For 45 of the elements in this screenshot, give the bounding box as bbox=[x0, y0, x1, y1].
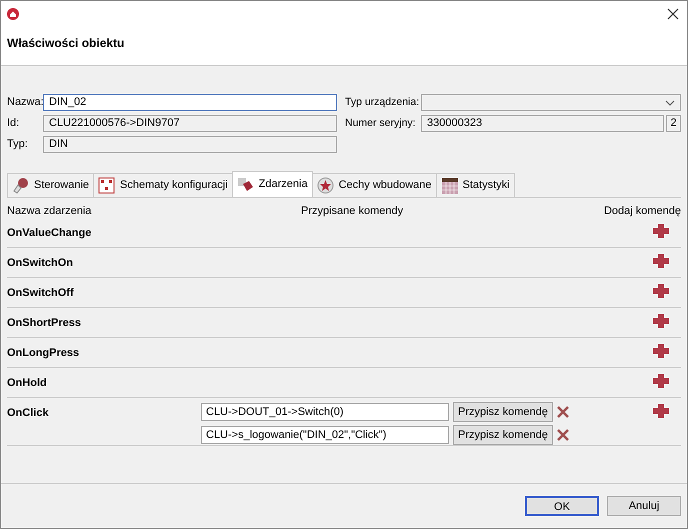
field-label: Typ urządzenia: bbox=[345, 94, 419, 110]
event-name: OnHold bbox=[7, 376, 48, 391]
field-label: Typ: bbox=[7, 137, 29, 152]
event-name: OnShortPress bbox=[7, 316, 82, 331]
field-label: Nazwa: bbox=[7, 95, 41, 110]
event-name: OnLongPress bbox=[7, 346, 80, 361]
event-name: OnSwitchOn bbox=[7, 256, 74, 271]
name-field[interactable]: DIN_02 bbox=[43, 94, 337, 111]
add-icon[interactable] bbox=[652, 283, 670, 299]
column-header: Dodaj komendę bbox=[604, 204, 681, 218]
add-icon[interactable] bbox=[652, 343, 670, 359]
tab[interactable]: Zdarzenia bbox=[232, 171, 313, 197]
event-name: OnValueChange bbox=[7, 226, 92, 241]
delete-icon[interactable] bbox=[556, 429, 569, 441]
command-field[interactable]: CLU->DOUT_01->Switch(0) bbox=[201, 403, 449, 421]
id-field[interactable]: CLU221000576->DIN9707 bbox=[43, 115, 337, 132]
calendar-icon bbox=[440, 176, 459, 194]
assign-command-button[interactable]: Przypisz komendę bbox=[453, 402, 553, 422]
command-field[interactable]: CLU->s_logowanie("DIN_02","Click") bbox=[201, 426, 449, 444]
event-name: OnSwitchOff bbox=[7, 286, 75, 301]
add-icon[interactable] bbox=[652, 313, 670, 329]
add-icon[interactable] bbox=[652, 253, 670, 269]
column-header: Nazwa zdarzenia bbox=[7, 204, 92, 218]
tab[interactable]: Sterowanie bbox=[7, 173, 94, 197]
assign-command-button[interactable]: Przypisz komendę bbox=[453, 425, 553, 445]
schema-icon bbox=[98, 176, 116, 194]
serial-field[interactable]: 330000323 bbox=[421, 115, 664, 132]
dialog-title: Właściwości obiektu bbox=[7, 36, 124, 50]
chevron-down-icon bbox=[665, 100, 675, 106]
field-label: Id: bbox=[7, 116, 20, 132]
tag-icon bbox=[236, 176, 255, 194]
add-icon[interactable] bbox=[652, 403, 670, 419]
dialog-button[interactable]: Anuluj bbox=[607, 496, 681, 516]
field-label: Numer seryjny: bbox=[345, 116, 417, 131]
app-logo-icon bbox=[7, 8, 19, 20]
type-field[interactable]: DIN bbox=[43, 136, 337, 153]
dialog-button[interactable]: OK bbox=[525, 496, 599, 516]
column-header: Przypisane komendy bbox=[301, 204, 404, 218]
event-name: OnClick bbox=[7, 406, 50, 421]
add-icon[interactable] bbox=[652, 373, 670, 389]
add-icon[interactable] bbox=[652, 223, 670, 239]
serial-suffix-field[interactable]: 2 bbox=[666, 115, 681, 132]
close-icon[interactable] bbox=[665, 6, 681, 22]
delete-icon[interactable] bbox=[556, 406, 569, 418]
tab[interactable]: Statystyki bbox=[436, 173, 515, 197]
